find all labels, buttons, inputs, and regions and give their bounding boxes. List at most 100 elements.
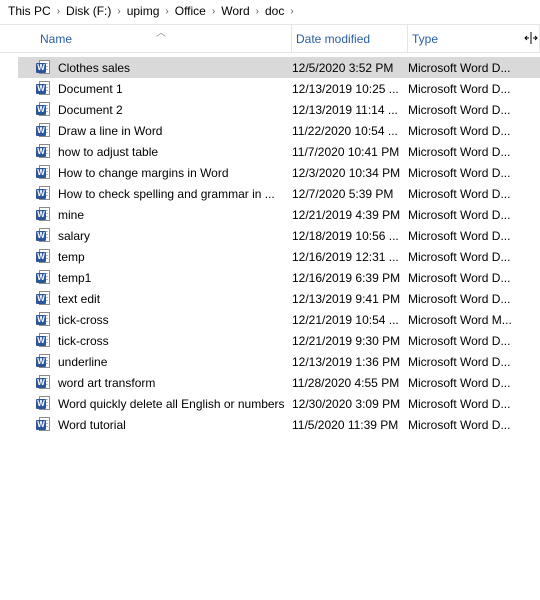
file-date: 12/7/2020 5:39 PM — [292, 187, 408, 201]
file-icon-cell: W — [36, 144, 58, 160]
column-label: Type — [412, 32, 438, 46]
file-icon-cell: W — [36, 312, 58, 328]
file-date: 12/21/2019 10:54 ... — [292, 313, 408, 327]
chevron-right-icon[interactable]: › — [163, 6, 170, 17]
table-row[interactable]: WDocument 112/13/2019 10:25 ...Microsoft… — [18, 78, 540, 99]
table-row[interactable]: Wmine12/21/2019 4:39 PMMicrosoft Word D.… — [18, 204, 540, 225]
word-doc-icon: W — [36, 207, 52, 223]
file-date: 12/3/2020 10:34 PM — [292, 166, 408, 180]
file-list: WClothes sales12/5/2020 3:52 PMMicrosoft… — [0, 53, 540, 435]
word-doc-icon: W — [36, 165, 52, 181]
file-type: Microsoft Word D... — [408, 334, 540, 348]
chevron-up-icon: ︿ — [156, 24, 166, 39]
file-icon-cell: W — [36, 396, 58, 412]
file-name: temp1 — [58, 271, 292, 285]
table-row[interactable]: WDocument 212/13/2019 11:14 ...Microsoft… — [18, 99, 540, 120]
file-icon-cell: W — [36, 102, 58, 118]
file-type: Microsoft Word D... — [408, 355, 540, 369]
word-doc-icon: W — [36, 312, 52, 328]
breadcrumb-segment[interactable]: doc — [261, 0, 288, 22]
file-icon-cell: W — [36, 228, 58, 244]
file-date: 11/5/2020 11:39 PM — [292, 418, 408, 432]
table-row[interactable]: WWord quickly delete all English or numb… — [18, 393, 540, 414]
file-type: Microsoft Word D... — [408, 82, 540, 96]
table-row[interactable]: W How to change margins in Word12/3/2020 … — [18, 162, 540, 183]
word-doc-icon: W — [36, 186, 52, 202]
file-date: 12/21/2019 9:30 PM — [292, 334, 408, 348]
table-row[interactable]: Wword art transform11/28/2020 4:55 PMMic… — [18, 372, 540, 393]
breadcrumb-segment[interactable]: Office — [171, 0, 210, 22]
file-date: 12/30/2020 3:09 PM — [292, 397, 408, 411]
word-doc-icon: W — [36, 354, 52, 370]
column-header-name[interactable]: Name ︿ — [36, 25, 292, 52]
chevron-right-icon[interactable]: › — [288, 6, 295, 17]
word-doc-icon: W — [36, 144, 52, 160]
table-row[interactable]: WClothes sales12/5/2020 3:52 PMMicrosoft… — [18, 57, 540, 78]
file-date: 12/13/2019 9:41 PM — [292, 292, 408, 306]
breadcrumb[interactable]: This PC›Disk (F:)›upimg›Office›Word›doc› — [0, 0, 540, 22]
word-doc-icon: W — [36, 123, 52, 139]
file-name: Draw a line in Word — [58, 124, 292, 138]
file-icon-cell: W — [36, 333, 58, 349]
word-doc-icon: W — [36, 228, 52, 244]
file-type: Microsoft Word D... — [408, 103, 540, 117]
breadcrumb-segment[interactable]: Disk (F:) — [62, 0, 115, 22]
file-name: How to change margins in Word — [58, 166, 292, 180]
word-doc-icon: W — [36, 417, 52, 433]
file-type: Microsoft Word D... — [408, 250, 540, 264]
file-name: salary — [58, 229, 292, 243]
table-row[interactable]: Whow to adjust table11/7/2020 10:41 PMMi… — [18, 141, 540, 162]
file-date: 11/7/2020 10:41 PM — [292, 145, 408, 159]
file-name: How to check spelling and grammar in ... — [58, 187, 292, 201]
table-row[interactable]: Wtick-cross12/21/2019 10:54 ...Microsoft… — [18, 309, 540, 330]
file-name: tick-cross — [58, 334, 292, 348]
file-name: how to adjust table — [58, 145, 292, 159]
file-name: word art transform — [58, 376, 292, 390]
table-row[interactable]: Wtemp12/16/2019 12:31 ...Microsoft Word … — [18, 246, 540, 267]
word-doc-icon: W — [36, 249, 52, 265]
chevron-right-icon[interactable]: › — [254, 6, 261, 17]
chevron-right-icon[interactable]: › — [210, 6, 217, 17]
breadcrumb-segment[interactable]: upimg — [123, 0, 164, 22]
breadcrumb-segment[interactable]: This PC — [4, 0, 55, 22]
file-icon-cell: W — [36, 81, 58, 97]
file-icon-cell: W — [36, 60, 58, 76]
file-name: Document 1 — [58, 82, 292, 96]
table-row[interactable]: WDraw a line in Word11/22/2020 10:54 ...… — [18, 120, 540, 141]
file-type: Microsoft Word D... — [408, 376, 540, 390]
breadcrumb-segment[interactable]: Word — [217, 0, 253, 22]
file-type: Microsoft Word D... — [408, 124, 540, 138]
file-date: 12/16/2019 12:31 ... — [292, 250, 408, 264]
column-label: Date modified — [296, 32, 370, 46]
file-type: Microsoft Word D... — [408, 418, 540, 432]
word-doc-icon: W — [36, 291, 52, 307]
file-type: Microsoft Word D... — [408, 271, 540, 285]
file-icon-cell: W — [36, 207, 58, 223]
file-type: Microsoft Word D... — [408, 208, 540, 222]
table-row[interactable]: Wtick-cross12/21/2019 9:30 PMMicrosoft W… — [18, 330, 540, 351]
table-row[interactable]: Wunderline12/13/2019 1:36 PMMicrosoft Wo… — [18, 351, 540, 372]
file-name: text edit — [58, 292, 292, 306]
chevron-right-icon[interactable]: › — [115, 6, 122, 17]
table-row[interactable]: W How to check spelling and grammar in ..… — [18, 183, 540, 204]
table-row[interactable]: Wsalary12/18/2019 10:56 ...Microsoft Wor… — [18, 225, 540, 246]
table-row[interactable]: Wtemp112/16/2019 6:39 PMMicrosoft Word D… — [18, 267, 540, 288]
table-row[interactable]: W Word tutorial11/5/2020 11:39 PMMicrosof… — [18, 414, 540, 435]
file-icon-cell: W — [36, 375, 58, 391]
table-row[interactable]: Wtext edit12/13/2019 9:41 PMMicrosoft Wo… — [18, 288, 540, 309]
column-headers: Name ︿ Date modified Type — [0, 25, 540, 53]
column-resize-icon[interactable] — [524, 31, 538, 45]
word-doc-icon: W — [36, 333, 52, 349]
file-name: temp — [58, 250, 292, 264]
file-icon-cell: W — [36, 249, 58, 265]
file-name: Word tutorial — [58, 418, 292, 432]
file-icon-cell: W — [36, 291, 58, 307]
word-doc-icon: W — [36, 270, 52, 286]
column-header-type[interactable]: Type — [408, 25, 540, 52]
column-header-date[interactable]: Date modified — [292, 25, 408, 52]
file-date: 12/21/2019 4:39 PM — [292, 208, 408, 222]
file-name: Clothes sales — [58, 61, 292, 75]
file-type: Microsoft Word D... — [408, 61, 540, 75]
chevron-right-icon[interactable]: › — [55, 6, 62, 17]
word-doc-icon: W — [36, 396, 52, 412]
